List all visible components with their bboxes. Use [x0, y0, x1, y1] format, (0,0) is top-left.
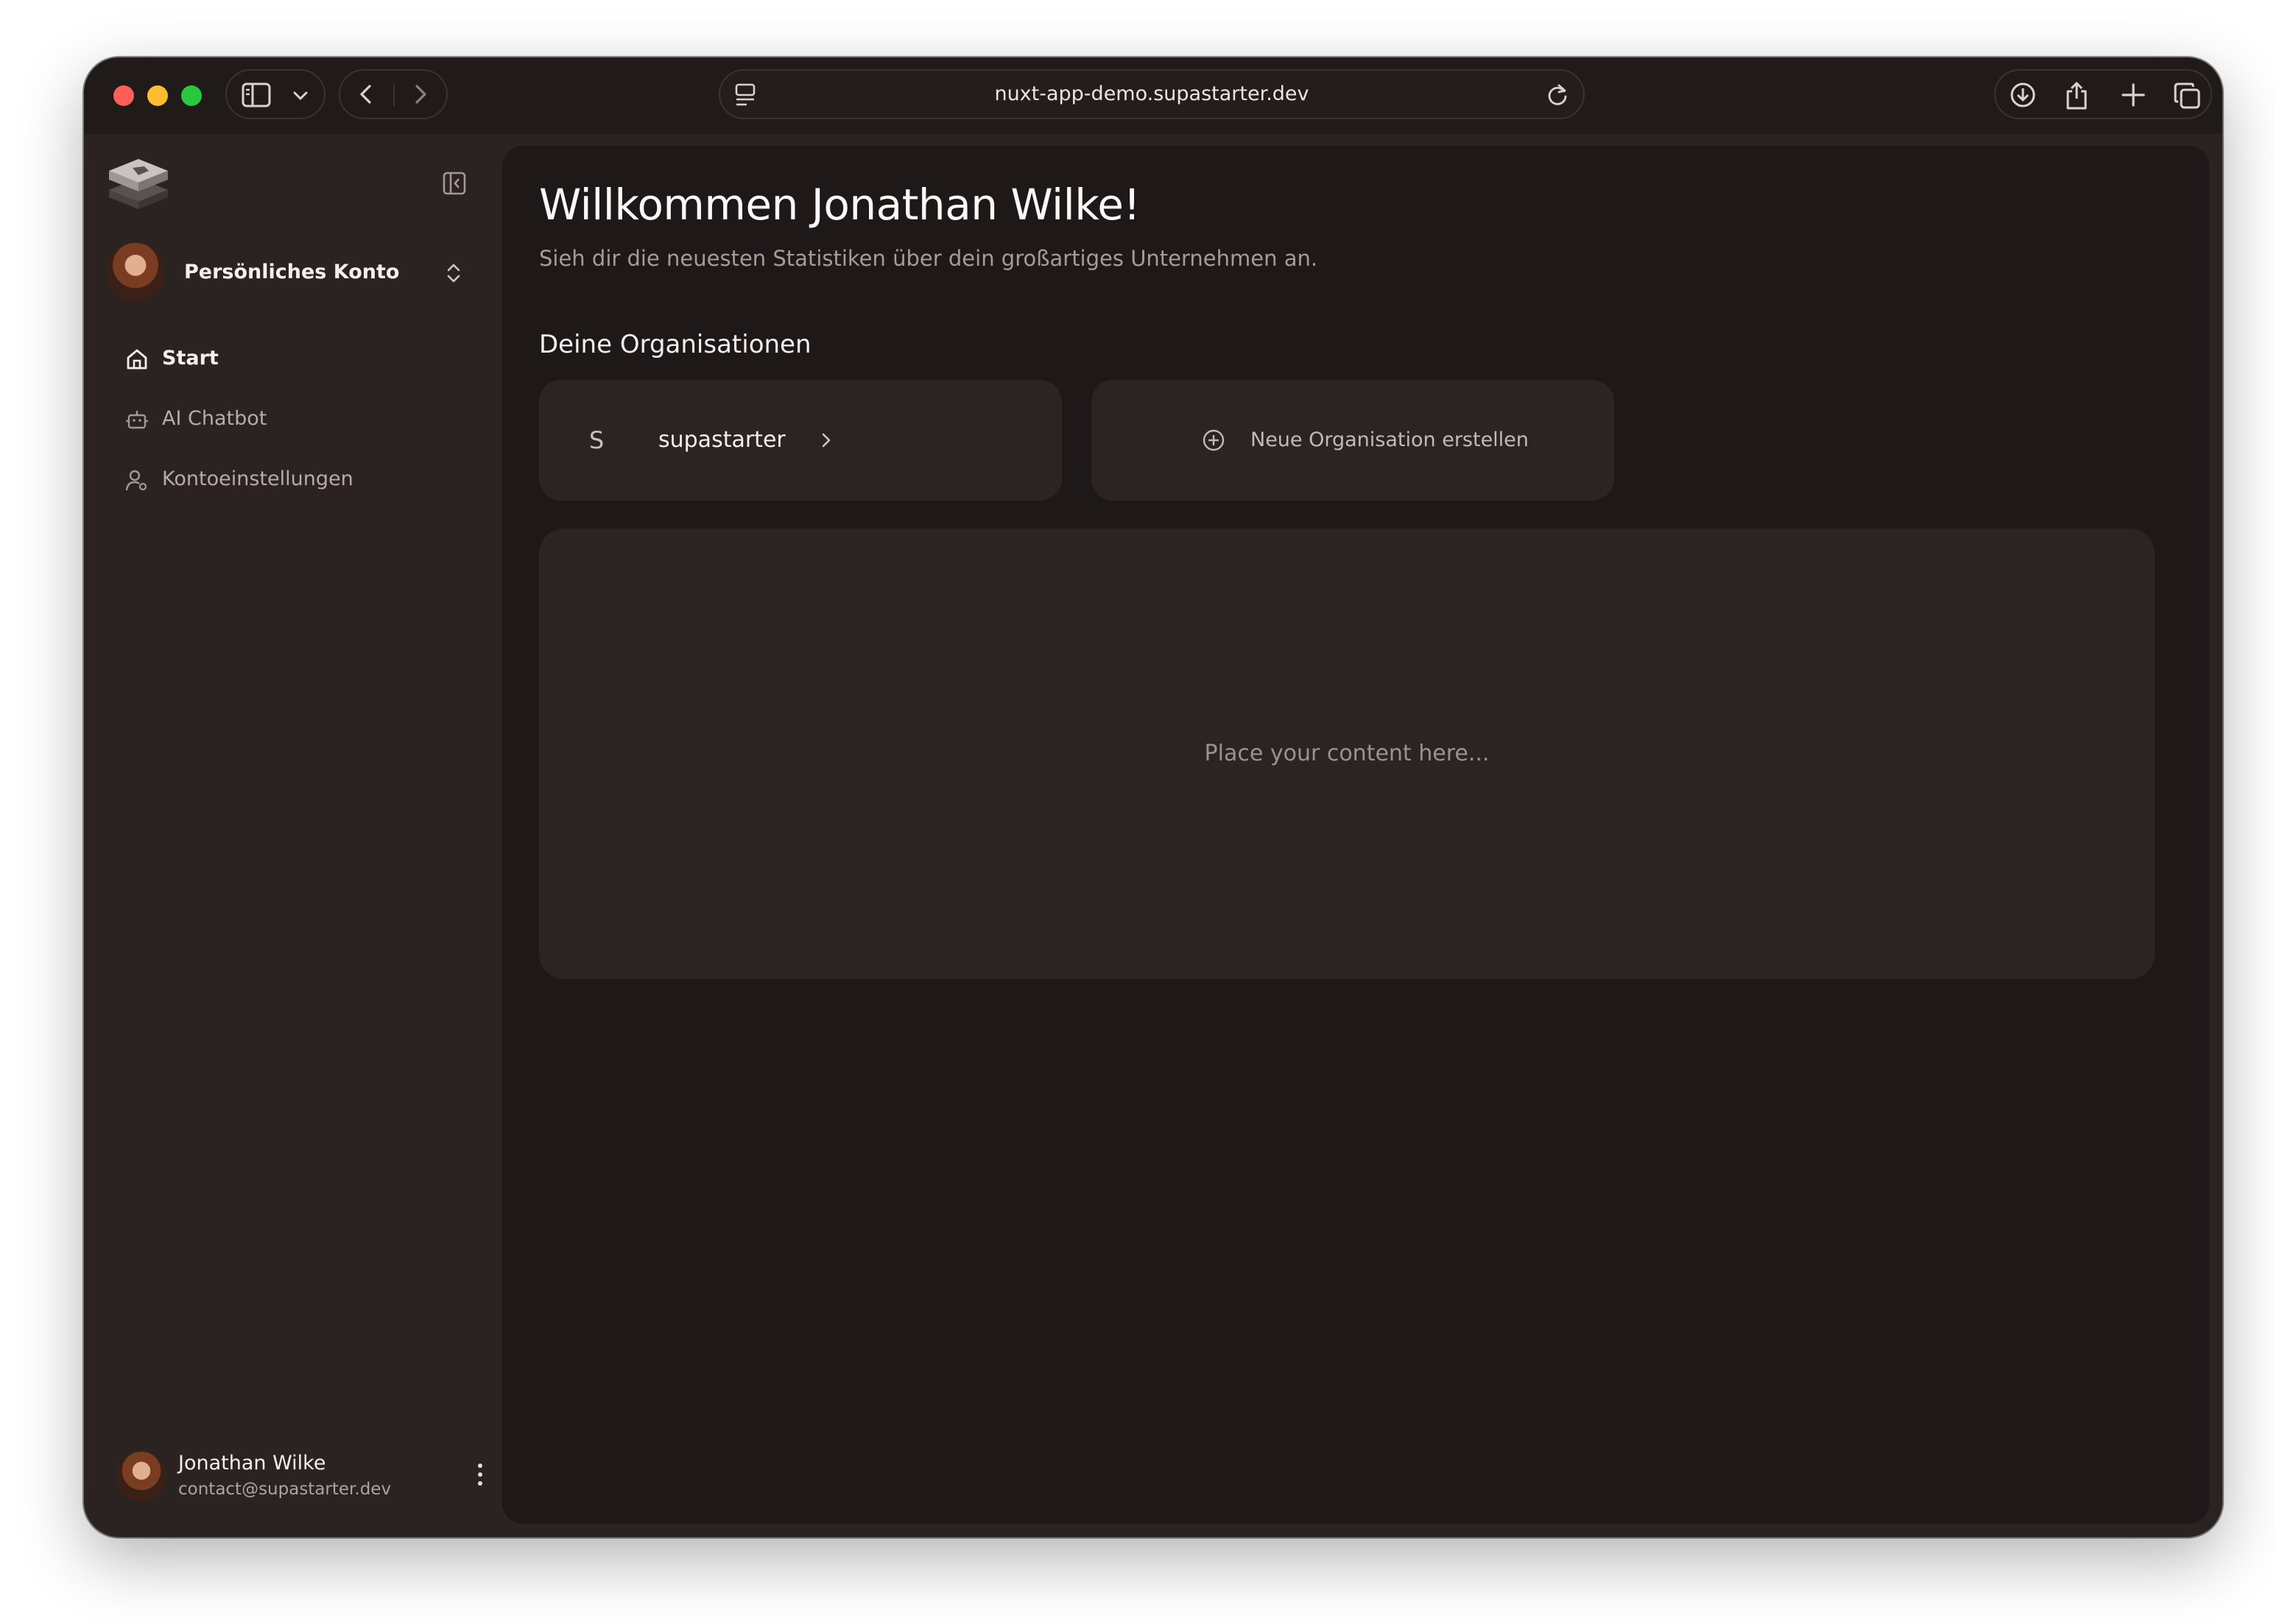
url-text: nuxt-app-demo.supastarter.dev: [994, 82, 1309, 105]
forward-icon[interactable]: [408, 82, 432, 106]
organization-card[interactable]: S supastarter: [539, 380, 1062, 501]
browser-window: nuxt-app-demo.supastarter.dev Persönlich…: [84, 57, 2222, 1537]
sidebar-toggle-icon: [242, 82, 271, 107]
share-icon[interactable]: [2063, 81, 2090, 110]
main-content: Willkommen Jonathan Wilke! Sieh dir die …: [502, 146, 2209, 1524]
sidebar-item-ai-chatbot[interactable]: AI Chatbot: [118, 389, 471, 449]
user-settings-icon: [125, 468, 149, 495]
sidebar-item-label: AI Chatbot: [162, 407, 267, 430]
close-window-button[interactable]: [113, 85, 134, 106]
plus-icon[interactable]: [2119, 81, 2147, 109]
history-nav: [339, 69, 448, 119]
chevron-down-icon[interactable]: [292, 87, 309, 105]
account-name: Persönliches Konto: [184, 261, 400, 283]
content-placeholder-panel: Place your content here...: [539, 529, 2155, 979]
download-icon[interactable]: [2009, 81, 2037, 109]
logo-icon[interactable]: [106, 156, 171, 215]
app-sidebar: Persönliches Konto Start AI Chatbot Kont…: [84, 134, 504, 1537]
organization-name: supastarter: [658, 427, 786, 453]
browser-toolbar: nuxt-app-demo.supastarter.dev: [84, 57, 2222, 134]
page-title: Willkommen Jonathan Wilke!: [539, 180, 1141, 230]
minimize-window-button[interactable]: [147, 85, 168, 106]
home-icon: [125, 347, 149, 374]
create-organization-label: Neue Organisation erstellen: [1250, 428, 1529, 451]
account-switcher[interactable]: Persönliches Konto: [106, 241, 482, 303]
account-avatar: [106, 243, 165, 302]
maximize-window-button[interactable]: [181, 85, 202, 106]
chevron-right-icon: [819, 430, 834, 453]
user-avatar: [116, 1452, 166, 1502]
bot-icon: [125, 408, 149, 434]
organizations-heading: Deine Organisationen: [539, 330, 812, 359]
organization-initial: S: [589, 426, 605, 454]
more-options-icon[interactable]: [476, 1462, 485, 1490]
create-organization-button[interactable]: Neue Organisation erstellen: [1091, 380, 1614, 501]
user-name: Jonathan Wilke: [178, 1452, 326, 1475]
browser-actions: [1994, 69, 2212, 119]
sidebar-item-start[interactable]: Start: [118, 328, 471, 389]
chevron-up-down-icon: [445, 262, 462, 287]
content-placeholder-text: Place your content here...: [1204, 741, 1490, 766]
user-email: contact@supastarter.dev: [178, 1480, 392, 1499]
back-icon[interactable]: [355, 82, 379, 106]
tabs-icon[interactable]: [2172, 81, 2202, 110]
plus-circle-icon: [1202, 428, 1225, 455]
reload-icon[interactable]: [1545, 82, 1570, 107]
sidebar-toggle-button[interactable]: [225, 69, 325, 119]
nav-divider: [393, 84, 395, 106]
page-subtitle: Sieh dir die neuesten Statistiken über d…: [539, 246, 1318, 271]
sidebar-item-label: Kontoeinstellungen: [162, 467, 353, 490]
sidebar-nav: Start AI Chatbot Kontoeinstellungen: [118, 328, 471, 509]
sidebar-item-kontoeinstellungen[interactable]: Kontoeinstellungen: [118, 449, 471, 509]
user-menu[interactable]: Jonathan Wilke contact@supastarter.dev: [116, 1447, 485, 1506]
address-bar[interactable]: nuxt-app-demo.supastarter.dev: [719, 69, 1585, 119]
collapse-sidebar-icon[interactable]: [442, 171, 467, 199]
sidebar-item-label: Start: [162, 347, 219, 370]
